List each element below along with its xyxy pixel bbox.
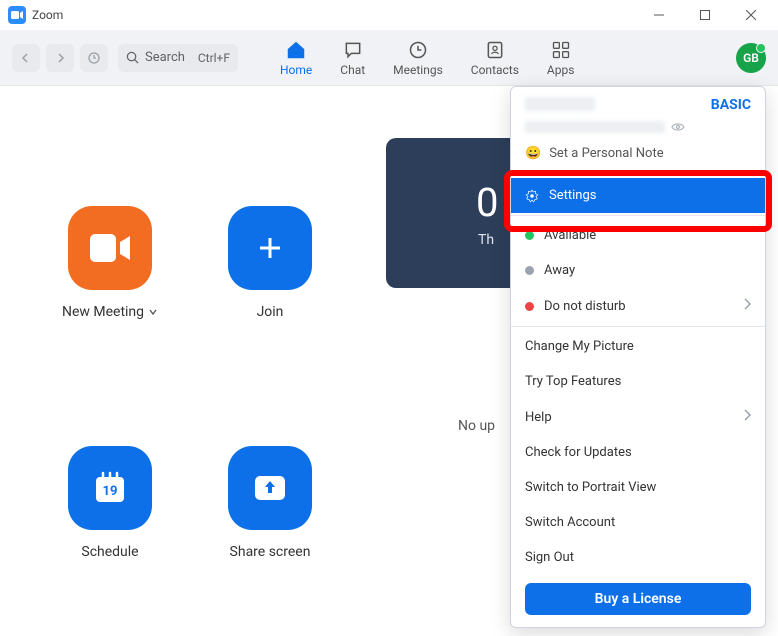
new-meeting-label[interactable]: New Meeting [62, 304, 158, 320]
clock-date: Th [478, 232, 494, 248]
smile-icon: 😀 [525, 146, 541, 161]
minimize-button[interactable] [636, 0, 682, 30]
apps-icon [550, 39, 572, 61]
plus-icon [255, 233, 285, 263]
tab-home[interactable]: Home [280, 39, 312, 77]
contacts-icon [484, 39, 506, 61]
menu-try-top[interactable]: Try Top Features [511, 364, 765, 399]
schedule-button[interactable]: 19 [68, 446, 152, 530]
search-input[interactable]: Search Ctrl+F [118, 44, 238, 72]
menu-switch-account[interactable]: Switch Account [511, 505, 765, 540]
chevron-right-icon [743, 298, 751, 314]
search-placeholder: Search [145, 50, 185, 65]
tab-apps[interactable]: Apps [547, 39, 575, 77]
status-available[interactable]: Available [511, 218, 765, 253]
gear-icon [525, 189, 539, 203]
titlebar: Zoom [0, 0, 778, 30]
join-label: Join [257, 304, 284, 320]
status-dnd[interactable]: Do not disturb [511, 288, 765, 324]
avatar-button[interactable]: GB [736, 43, 766, 73]
share-screen-button[interactable] [228, 446, 312, 530]
set-personal-note[interactable]: 😀 Set a Personal Note [511, 140, 765, 173]
user-email-redacted [525, 121, 665, 133]
main-actions: New Meeting Join 19 Schedule Share scree… [0, 86, 370, 636]
video-icon [90, 234, 130, 262]
app-logo-icon [8, 6, 26, 24]
maximize-button[interactable] [682, 0, 728, 30]
search-icon [126, 51, 139, 64]
tab-chat[interactable]: Chat [340, 39, 365, 77]
menu-check-updates[interactable]: Check for Updates [511, 435, 765, 470]
new-meeting-button[interactable] [68, 206, 152, 290]
calendar-icon: 19 [92, 470, 128, 506]
chevron-right-icon [743, 409, 751, 425]
tab-contacts[interactable]: Contacts [471, 39, 519, 77]
toolbar: Search Ctrl+F Home Chat Meetings Contact… [0, 30, 778, 86]
schedule-label: Schedule [81, 544, 138, 560]
eye-icon[interactable] [671, 117, 685, 136]
window-controls [636, 0, 774, 30]
share-screen-label: Share screen [230, 544, 311, 560]
nav-forward-button[interactable] [46, 44, 74, 72]
join-button[interactable] [228, 206, 312, 290]
svg-text:19: 19 [103, 484, 118, 499]
menu-help[interactable]: Help [511, 399, 765, 435]
menu-settings[interactable]: Settings [511, 178, 765, 213]
status-away[interactable]: Away [511, 253, 765, 288]
menu-sign-out[interactable]: Sign Out [511, 540, 765, 575]
status-dot-green [525, 231, 534, 240]
search-shortcut: Ctrl+F [198, 51, 230, 65]
nav-history-button[interactable] [80, 44, 108, 72]
clock-time: 0 [476, 179, 498, 226]
status-dot-gray [525, 266, 534, 275]
profile-dropdown: BASIC 😀 Set a Personal Note Settings Ava… [510, 86, 766, 628]
tab-meetings[interactable]: Meetings [393, 39, 443, 77]
home-icon [285, 39, 307, 61]
nav-back-button[interactable] [12, 44, 40, 72]
status-dot-red [525, 302, 534, 311]
share-icon [252, 473, 288, 503]
menu-change-picture[interactable]: Change My Picture [511, 329, 765, 364]
app-title: Zoom [32, 8, 63, 22]
close-button[interactable] [728, 0, 774, 30]
buy-license-button[interactable]: Buy a License [525, 583, 751, 615]
menu-portrait[interactable]: Switch to Portrait View [511, 470, 765, 505]
chevron-down-icon [148, 307, 158, 317]
user-name-redacted [525, 97, 595, 111]
clock-icon [407, 39, 429, 61]
chat-icon [342, 39, 364, 61]
plan-badge: BASIC [711, 97, 751, 113]
